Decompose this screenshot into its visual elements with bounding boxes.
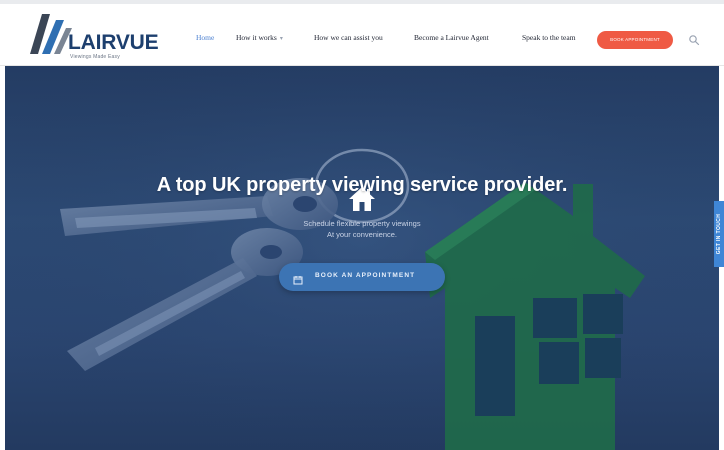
hero-headline: A top UK property viewing service provid… [156, 174, 568, 196]
nav-home[interactable]: Home [196, 33, 214, 42]
get-in-touch-label: Get in touch [716, 213, 722, 255]
hero-subline-1: Schedule flexible property viewings [303, 219, 421, 228]
nav-become-agent[interactable]: Become a Lairvue Agent [414, 33, 489, 42]
site-header: LAIRVUE Viewings Made Easy Home How it w… [0, 4, 724, 66]
nav-speak-team[interactable]: Speak to the team [522, 33, 576, 42]
chevron-down-icon: ▾ [279, 36, 283, 42]
hero-subline-2: At your convenience. [326, 230, 398, 239]
book-appointment-header-button[interactable]: Book appointment [597, 31, 673, 49]
search-icon[interactable] [688, 33, 700, 46]
hero-keys-image [5, 66, 719, 450]
book-appointment-label: Book an appointment [315, 272, 416, 279]
calendar-icon [293, 272, 303, 285]
hero-section [5, 66, 719, 450]
main-nav: Home How it works ▾ How we can assist you… [0, 30, 724, 50]
nav-how-it-works[interactable]: How it works ▾ [236, 33, 283, 42]
brand-tagline: Viewings Made Easy [70, 54, 120, 60]
get-in-touch-tab[interactable]: Get in touch [714, 201, 724, 267]
nav-how-it-works-label: How it works [236, 33, 277, 42]
book-appointment-button[interactable]: Book an appointment [279, 263, 445, 291]
nav-assist[interactable]: How we can assist you [314, 33, 383, 42]
